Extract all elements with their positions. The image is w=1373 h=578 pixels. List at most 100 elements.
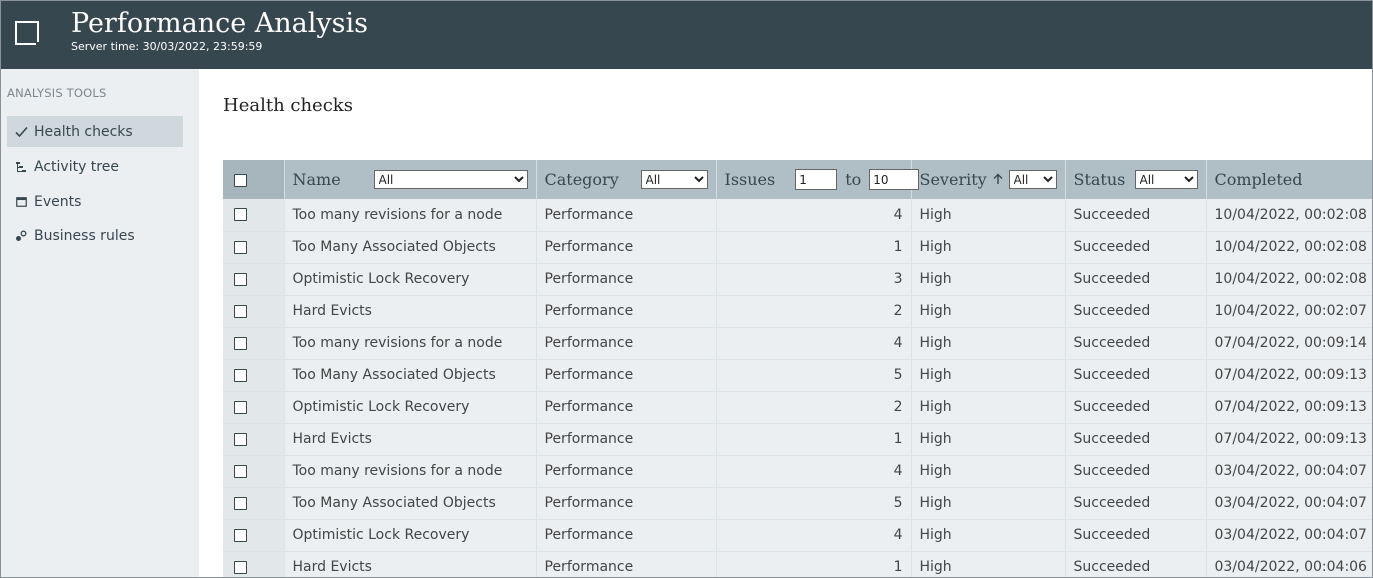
row-select-checkbox[interactable] [234,464,247,478]
cell-issues: 1 [716,423,912,456]
calendar-icon [10,196,32,207]
severity-filter-select[interactable]: All [1008,170,1057,189]
cell-name: Too Many Associated Objects [284,359,537,392]
row-select-checkbox[interactable] [234,368,247,382]
page-title: Health checks [223,95,353,116]
cell-completed: 07/04/2022, 00:09:13 [1206,391,1372,424]
row-select-cell [223,263,285,296]
cell-status: Succeeded [1065,199,1207,232]
row-select-checkbox[interactable] [234,272,247,286]
app-window: Performance Analysis Server time: 30/03/… [0,0,1373,578]
health-checks-table: Name All Category All Issues 1 to 10 Sev… [223,160,1372,577]
cell-issues: 4 [716,199,912,232]
table-row[interactable]: Hard Evicts Performance 2 High Succeeded 10/0… [223,295,1372,328]
cell-status: Succeeded [1065,391,1207,424]
row-select-checkbox[interactable] [234,528,247,542]
cell-name: Too many revisions for a node [284,199,537,232]
cell-status: Succeeded [1065,327,1207,360]
table-row[interactable]: Optimistic Lock Recovery Performance 2 High… [223,391,1372,424]
status-filter-select[interactable]: All [1134,170,1198,189]
table-row[interactable]: Optimistic Lock Recovery Performance 4 High… [223,519,1372,552]
name-filter-select[interactable]: All [373,170,528,189]
column-header-name: Name All [284,160,537,199]
column-label-completed: Completed [1214,170,1303,189]
table-row[interactable]: Too Many Associated Objects Performance 5 H… [223,487,1372,520]
cell-name: Hard Evicts [284,423,537,456]
cell-category: Performance [536,423,717,456]
cell-severity: High [911,391,1066,424]
cell-name: Hard Evicts [284,295,537,328]
issues-from-input[interactable] [795,169,838,190]
app-title: Performance Analysis [71,8,368,39]
cell-completed: 07/04/2022, 00:09:13 [1206,423,1372,456]
row-select-checkbox[interactable] [234,496,247,510]
cell-name: Too many revisions for a node [284,455,537,488]
table-row[interactable]: Optimistic Lock Recovery Performance 3 High… [223,263,1372,296]
cell-issues: 5 [716,359,912,392]
cell-category: Performance [536,391,717,424]
cell-severity: High [911,359,1066,392]
cell-category: Performance [536,551,717,577]
cell-severity: High [911,519,1066,552]
row-select-cell [223,423,285,456]
cell-issues: 2 [716,295,912,328]
cell-category: Performance [536,519,717,552]
column-label-issues: Issues [724,170,776,189]
cell-name: Optimistic Lock Recovery [284,519,537,552]
cell-completed: 10/04/2022, 00:02:07 [1206,295,1372,328]
table-row[interactable]: Too Many Associated Objects Performance 1 H… [223,231,1372,264]
row-select-cell [223,391,285,424]
cell-name: Optimistic Lock Recovery [284,263,537,296]
table-row[interactable]: Hard Evicts Performance 1 High Succeeded 07/0… [223,423,1372,456]
sidebar-item-events[interactable]: Events [7,186,183,217]
sort-ascending-icon[interactable] [989,173,1003,189]
cell-completed: 07/04/2022, 00:09:13 [1206,359,1372,392]
issues-to-label: to [845,170,862,189]
sidebar: ANALYSIS TOOLS Health checks Activity tr… [1,69,199,577]
cell-category: Performance [536,455,717,488]
cell-status: Succeeded [1065,359,1207,392]
cell-name: Too Many Associated Objects [284,231,537,264]
table-header-row: Name All Category All Issues 1 to 10 Sev… [223,160,1372,199]
column-label-status: Status [1073,170,1126,189]
sidebar-item-business-rules[interactable]: Business rules [7,220,183,251]
server-time: Server time: 30/03/2022, 23:59:59 [71,40,263,53]
app-logo-icon[interactable] [15,21,40,46]
table-row[interactable]: Too many revisions for a node Performance… [223,199,1372,232]
select-all-cell [223,160,285,199]
cell-severity: High [911,199,1066,232]
issues-to-input[interactable] [869,169,920,190]
cell-severity: High [911,455,1066,488]
cell-severity: High [911,551,1066,577]
row-select-checkbox[interactable] [234,240,247,254]
table-row[interactable]: Too Many Associated Objects Performance 5 H… [223,359,1372,392]
select-all-checkbox[interactable] [234,174,247,187]
table-row[interactable]: Hard Evicts Performance 1 High Succeeded 03/0… [223,551,1372,577]
cell-severity: High [911,231,1066,264]
table-row[interactable]: Too many revisions for a node Performance… [223,327,1372,360]
cell-status: Succeeded [1065,231,1207,264]
row-select-checkbox[interactable] [234,336,247,350]
category-filter-select[interactable]: All [640,170,708,189]
sidebar-item-activity-tree[interactable]: Activity tree [7,151,183,182]
tree-icon [10,161,32,173]
row-select-cell [223,455,285,488]
row-select-checkbox[interactable] [234,400,247,414]
row-select-checkbox[interactable] [234,432,247,446]
cell-issues: 4 [716,519,912,552]
cell-status: Succeeded [1065,519,1207,552]
cell-severity: High [911,327,1066,360]
row-select-cell [223,231,285,264]
table-row[interactable]: Too many revisions for a node Performance… [223,455,1372,488]
column-header-completed[interactable]: Completed [1206,160,1372,199]
row-select-checkbox[interactable] [234,304,247,318]
row-select-checkbox[interactable] [234,560,247,574]
cell-name: Hard Evicts [284,551,537,577]
row-select-cell [223,327,285,360]
sidebar-item-health-checks[interactable]: Health checks [7,116,183,147]
row-select-checkbox[interactable] [234,208,247,222]
column-header-severity[interactable]: Severity All [911,160,1066,199]
sidebar-item-label: Activity tree [34,158,119,175]
cell-severity: High [911,423,1066,456]
row-select-cell [223,487,285,520]
